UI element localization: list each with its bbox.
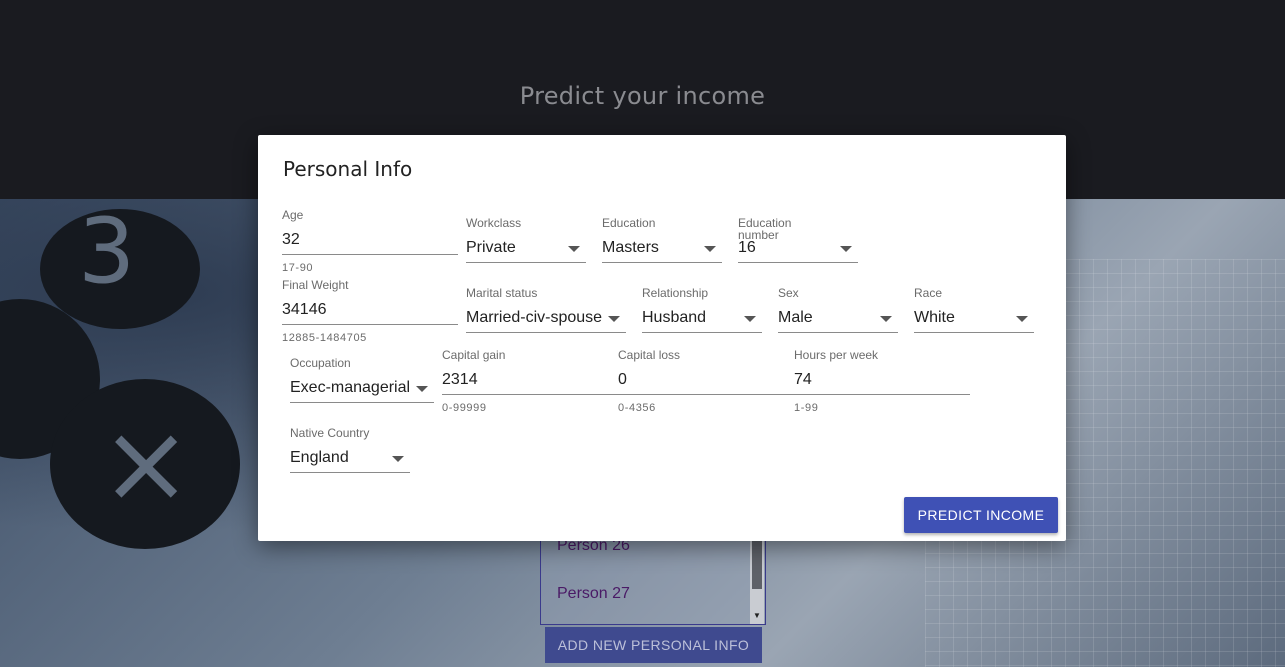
chevron-down-icon[interactable]	[880, 316, 892, 322]
scroll-down-arrow-icon[interactable]: ▼	[753, 611, 761, 620]
add-new-personal-info-button[interactable]: ADD NEW PERSONAL INFO	[545, 627, 762, 663]
capital-loss-underline	[618, 394, 794, 395]
age-input[interactable]: 32	[282, 231, 300, 249]
final-weight-hint: 12885-1484705	[282, 332, 367, 344]
chevron-down-icon[interactable]	[840, 246, 852, 252]
race-label: Race	[914, 286, 943, 300]
education-value[interactable]: Masters	[602, 239, 659, 257]
capital-loss-field[interactable]: Capital loss 0 0-4356	[618, 349, 794, 419]
race-underline	[914, 332, 1034, 333]
education-label: Education	[602, 216, 656, 230]
native-country-select[interactable]: Native Country England	[290, 427, 410, 473]
education-underline	[602, 262, 722, 263]
education-number-select[interactable]: Education number 16	[738, 217, 858, 263]
sex-value[interactable]: Male	[778, 309, 813, 327]
hours-per-week-hint: 1-99	[794, 402, 819, 414]
workclass-select[interactable]: Workclass Private	[466, 217, 586, 263]
occupation-select[interactable]: Occupation Exec-managerial	[290, 357, 434, 403]
chevron-down-icon[interactable]	[744, 316, 756, 322]
hours-per-week-field[interactable]: Hours per week 74 1-99	[794, 349, 970, 419]
education-number-label: Education number	[738, 216, 792, 242]
occupation-underline	[290, 402, 434, 403]
age-hint: 17-90	[282, 262, 314, 274]
workclass-underline	[466, 262, 586, 263]
education-number-underline	[738, 262, 858, 263]
marital-status-select[interactable]: Marital status Married-civ-spouse	[466, 287, 626, 333]
chevron-down-icon[interactable]	[392, 456, 404, 462]
chevron-down-icon[interactable]	[608, 316, 620, 322]
marital-status-underline	[466, 332, 626, 333]
occupation-value[interactable]: Exec-managerial	[290, 379, 410, 397]
age-underline	[282, 254, 458, 255]
chevron-down-icon[interactable]	[1016, 316, 1028, 322]
list-item[interactable]: Person 27	[557, 585, 630, 603]
workclass-label: Workclass	[466, 216, 522, 230]
hours-per-week-input[interactable]: 74	[794, 371, 812, 389]
key-multiply-glyph: ×	[100, 399, 193, 527]
capital-gain-input[interactable]: 2314	[442, 371, 478, 389]
hours-per-week-underline	[794, 394, 970, 395]
chevron-down-icon[interactable]	[416, 386, 428, 392]
sex-label: Sex	[778, 286, 799, 300]
capital-loss-hint: 0-4356	[618, 402, 656, 414]
predict-income-button[interactable]: PREDICT INCOME	[904, 497, 1058, 533]
sex-select[interactable]: Sex Male	[778, 287, 898, 333]
native-country-label: Native Country	[290, 426, 370, 440]
capital-gain-hint: 0-99999	[442, 402, 487, 414]
education-select[interactable]: Education Masters	[602, 217, 722, 263]
capital-gain-field[interactable]: Capital gain 2314 0-99999	[442, 349, 618, 419]
final-weight-underline	[282, 324, 458, 325]
capital-loss-input[interactable]: 0	[618, 371, 627, 389]
chevron-down-icon[interactable]	[704, 246, 716, 252]
marital-status-value[interactable]: Married-civ-spouse	[466, 309, 602, 327]
workclass-value[interactable]: Private	[466, 239, 516, 257]
marital-status-label: Marital status	[466, 286, 538, 300]
capital-gain-label: Capital gain	[442, 348, 506, 362]
dialog-title: Personal Info	[283, 157, 413, 181]
final-weight-field[interactable]: Final Weight 34146 12885-1484705	[282, 279, 458, 349]
chevron-down-icon[interactable]	[568, 246, 580, 252]
age-field[interactable]: Age 32 17-90	[282, 209, 458, 279]
race-select[interactable]: Race White	[914, 287, 1034, 333]
key-three-glyph: 3	[78, 199, 136, 304]
relationship-label: Relationship	[642, 286, 709, 300]
capital-gain-underline	[442, 394, 618, 395]
age-label: Age	[282, 208, 304, 222]
final-weight-label: Final Weight	[282, 278, 349, 292]
native-country-value[interactable]: England	[290, 449, 349, 467]
native-country-underline	[290, 472, 410, 473]
relationship-underline	[642, 332, 762, 333]
personal-info-dialog: Personal Info Age 32 17-90 Workclass Pri…	[258, 135, 1066, 541]
capital-loss-label: Capital loss	[618, 348, 681, 362]
relationship-select[interactable]: Relationship Husband	[642, 287, 762, 333]
final-weight-input[interactable]: 34146	[282, 301, 327, 319]
occupation-label: Occupation	[290, 356, 351, 370]
education-number-value[interactable]: 16	[738, 239, 756, 257]
relationship-value[interactable]: Husband	[642, 309, 706, 327]
hours-per-week-label: Hours per week	[794, 348, 879, 362]
sex-underline	[778, 332, 898, 333]
race-value[interactable]: White	[914, 309, 955, 327]
